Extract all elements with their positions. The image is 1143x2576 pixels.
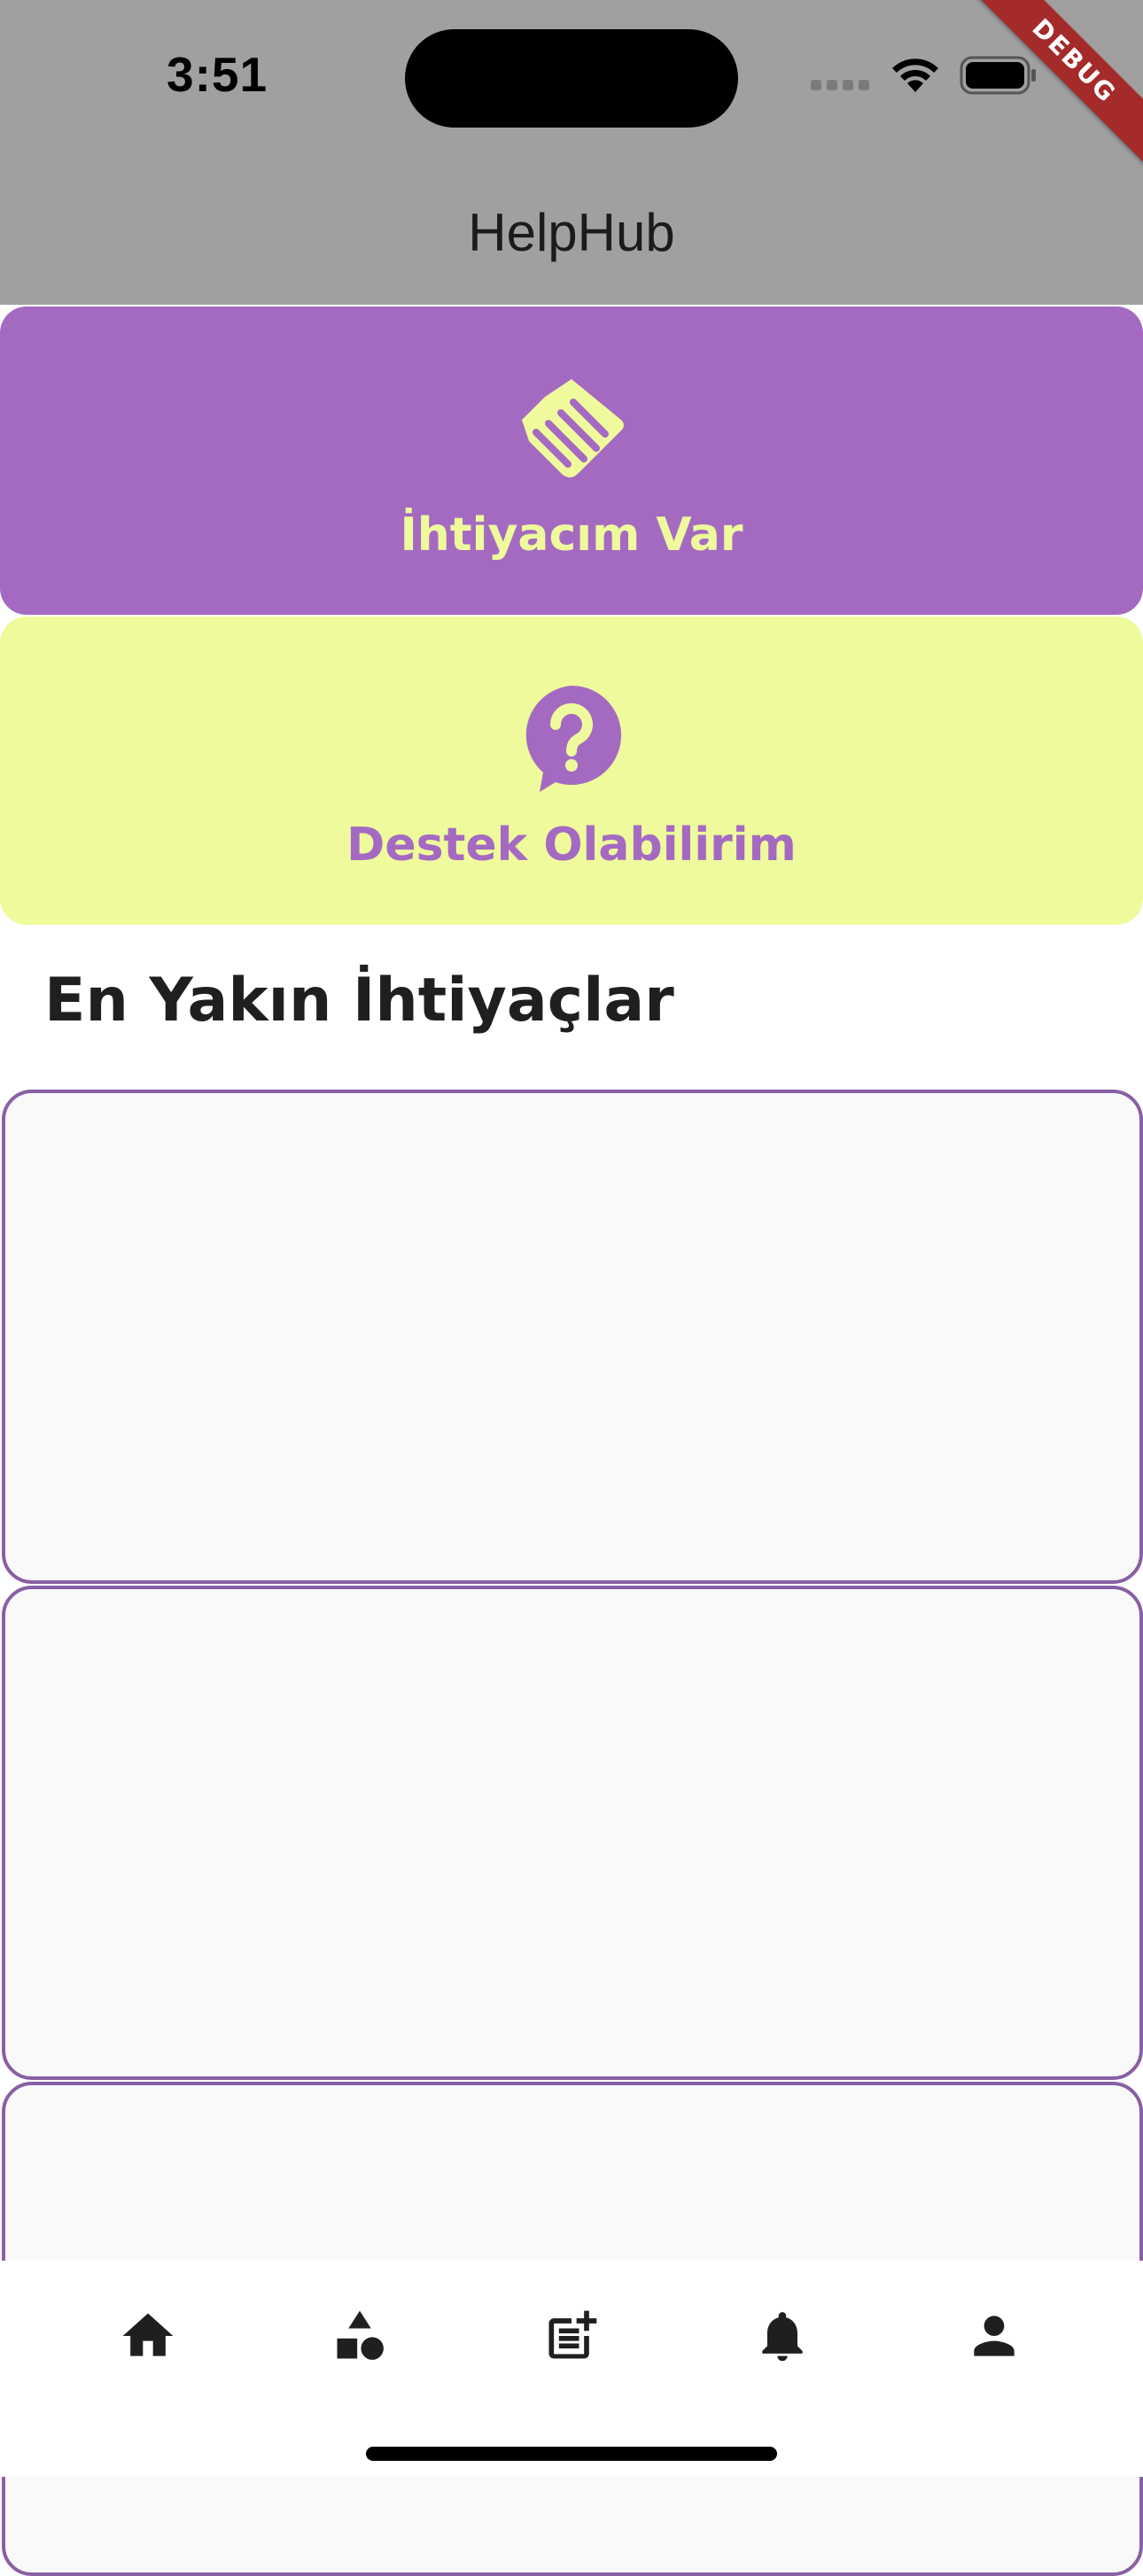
post-add-icon xyxy=(548,2310,597,2359)
debug-label: DEBUG xyxy=(966,0,1143,171)
profile-icon xyxy=(974,2316,1015,2356)
can-support-label: Destek Olabilirim xyxy=(346,819,797,872)
section-title-nearby-needs: En Yakın İhtiyaçlar xyxy=(44,966,674,1036)
home-icon xyxy=(122,2313,174,2356)
nav-profile[interactable] xyxy=(954,2296,1034,2376)
cellular-signal-icon xyxy=(811,80,869,92)
nav-notifications[interactable] xyxy=(743,2296,822,2376)
question-bubble-icon xyxy=(525,685,622,792)
nav-categories[interactable] xyxy=(320,2296,400,2376)
debug-banner: DEBUG xyxy=(966,0,1143,177)
nav-post-add[interactable] xyxy=(532,2296,611,2376)
handshake-icon xyxy=(522,379,624,477)
need-help-label: İhtiyacım Var xyxy=(400,508,743,562)
app-bar: 3:51 DEBUG HelpHub xyxy=(0,0,1143,305)
need-card[interactable] xyxy=(2,1090,1143,1584)
need-help-button[interactable]: İhtiyacım Var xyxy=(0,306,1143,615)
home-indicator[interactable] xyxy=(366,2447,777,2461)
status-time: 3:51 xyxy=(167,47,268,102)
bottom-navigation xyxy=(0,2261,1143,2477)
need-card[interactable] xyxy=(2,1586,1143,2080)
can-support-button[interactable]: Destek Olabilirim xyxy=(0,617,1143,925)
page-title: HelpHub xyxy=(468,203,675,262)
notifications-icon xyxy=(762,2312,803,2362)
wifi-icon xyxy=(892,58,938,92)
categories-icon xyxy=(337,2310,384,2360)
dynamic-island xyxy=(405,29,738,128)
nav-home[interactable] xyxy=(108,2296,188,2376)
